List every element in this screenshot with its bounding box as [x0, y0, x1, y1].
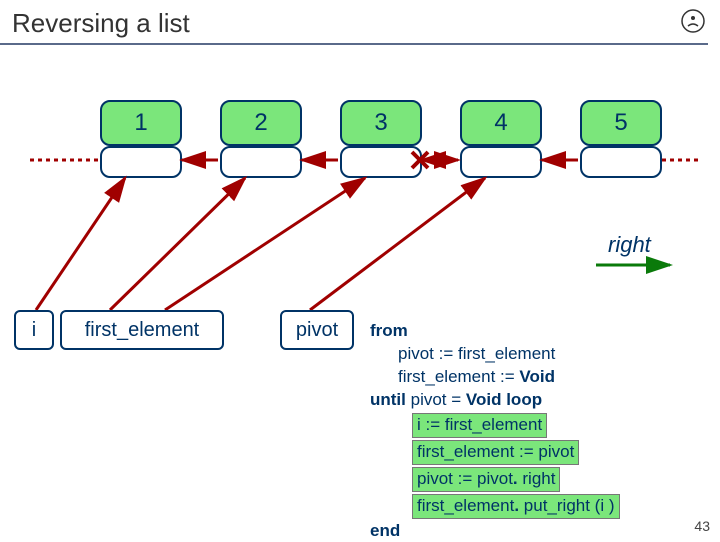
slide-number: 43	[694, 518, 710, 534]
code-hl-6: first_element := pivot	[412, 440, 579, 465]
kw-end: end	[370, 521, 400, 540]
code-block: from pivot := first_element first_elemen…	[370, 320, 710, 542]
code-hl-8: first_element. put_right (i )	[412, 494, 620, 519]
var-i-box: i	[14, 310, 54, 350]
var-pivot-box: pivot	[280, 310, 354, 350]
code-hl-7: pivot := pivot. right	[412, 467, 560, 492]
title-underline	[0, 43, 708, 45]
slide-title: Reversing a list	[0, 0, 720, 43]
code-line-3a: first_element :=	[398, 367, 519, 386]
diagram-stage: 1 2 3 4 5	[0, 60, 720, 520]
logo-icon	[680, 8, 706, 34]
code-line-4c: Void	[466, 390, 502, 409]
var-first-element-box: first_element	[60, 310, 224, 350]
right-label: right	[608, 232, 651, 258]
kw-until: until	[370, 390, 406, 409]
code-line-3b: Void	[519, 367, 555, 386]
code-line-2: pivot := first_element	[398, 344, 555, 363]
code-line-4b: pivot =	[406, 390, 466, 409]
kw-loop: loop	[501, 390, 542, 409]
kw-from: from	[370, 321, 408, 340]
code-hl-5: i := first_element	[412, 413, 547, 438]
